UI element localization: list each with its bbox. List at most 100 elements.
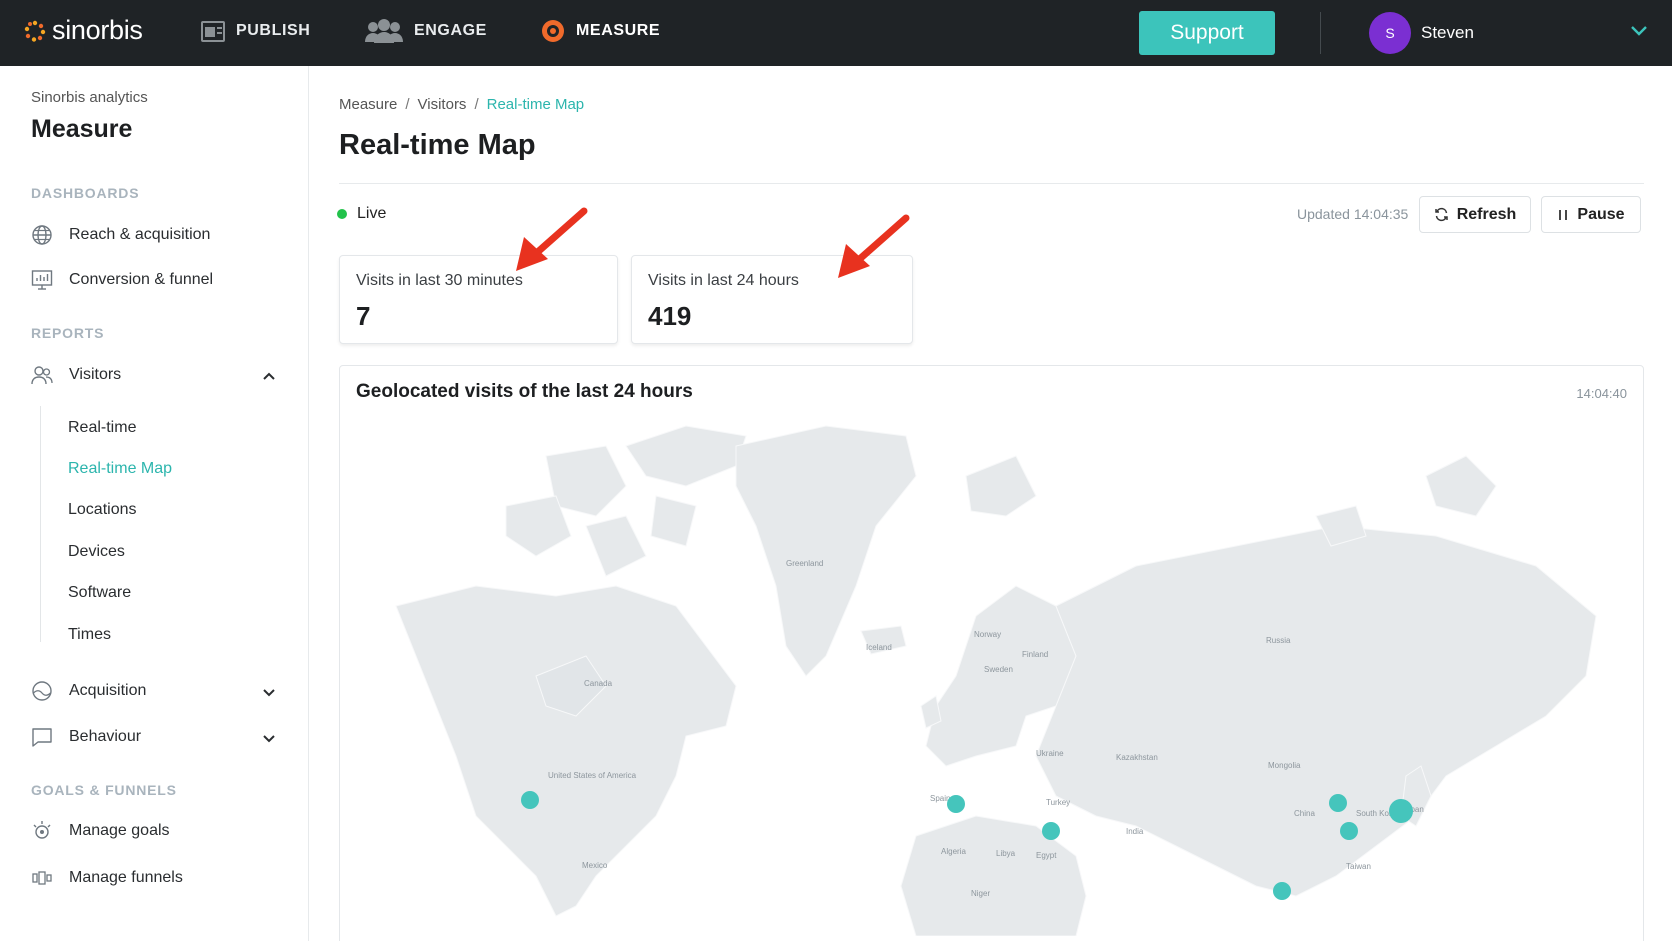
nav-engage[interactable]: ENGAGE [364, 18, 487, 44]
sinorbis-logo[interactable]: sinorbis [24, 15, 143, 46]
top-nav-bar: sinorbis PUBLISH ENGAGE MEASURE Support … [0, 0, 1672, 66]
sidebar-item-label: Manage funnels [69, 869, 183, 886]
nav-publish[interactable]: PUBLISH [200, 18, 310, 44]
chevron-down-icon[interactable] [262, 731, 276, 749]
chevron-down-icon[interactable] [1630, 24, 1648, 42]
visit-dot-spain[interactable] [947, 795, 965, 813]
globe-icon [31, 224, 53, 246]
sidebar-item-behaviour[interactable]: Behaviour [31, 726, 281, 748]
label-ukraine: Ukraine [1036, 749, 1064, 758]
breadcrumb-measure[interactable]: Measure [339, 96, 397, 113]
sidebar-item-reach-acquisition[interactable]: Reach & acquisition [31, 224, 281, 246]
nav-engage-label: ENGAGE [414, 22, 487, 39]
page-title: Real-time Map [339, 129, 536, 161]
label-greenland: Greenland [786, 559, 823, 568]
sidebar-subitem-devices[interactable]: Devices [68, 543, 125, 561]
visit-dot-southeast-asia[interactable] [1273, 882, 1291, 900]
user-menu[interactable]: S Steven [1369, 12, 1474, 54]
sidebar-item-visitors[interactable]: Visitors [31, 364, 281, 386]
sidebar-item-label: Conversion & funnel [69, 271, 214, 288]
label-finland: Finland [1022, 650, 1048, 659]
sidebar-item-label: Visitors [69, 366, 122, 383]
sidebar-item-label: Acquisition [69, 682, 147, 699]
sidebar-item-label: Behaviour [69, 728, 142, 745]
sidebar-subitem-locations[interactable]: Locations [68, 501, 137, 519]
refresh-label: Refresh [1456, 205, 1517, 223]
label-niger: Niger [971, 889, 990, 898]
label-norway: Norway [974, 630, 1001, 639]
monitor-chart-icon [31, 269, 53, 291]
support-button[interactable]: Support [1139, 11, 1275, 55]
label-taiwan: Taiwan [1346, 862, 1371, 871]
sidebar-item-manage-goals[interactable]: Manage goals [31, 820, 281, 842]
sidebar-subitem-real-time[interactable]: Real-time [68, 419, 136, 437]
label-usa: United States of America [548, 771, 637, 780]
label-canada: Canada [584, 679, 613, 688]
sidebar-item-acquisition[interactable]: Acquisition [31, 680, 281, 702]
visit-dot-egypt[interactable] [1042, 822, 1060, 840]
logo-burst-icon [24, 20, 46, 42]
sidebar-title: Measure [31, 115, 133, 143]
section-goals-funnels: GOALS & FUNNELS [31, 782, 177, 798]
label-china: China [1294, 809, 1315, 818]
breadcrumb-visitors[interactable]: Visitors [418, 96, 467, 113]
label-libya: Libya [996, 849, 1016, 858]
breadcrumb: Measure / Visitors / Real-time Map [339, 96, 584, 113]
label-india: India [1126, 827, 1144, 836]
sidebar-item-conversion-funnel[interactable]: Conversion & funnel [31, 269, 281, 291]
live-indicator: Live [337, 205, 386, 223]
chevron-down-icon[interactable] [262, 685, 276, 703]
updated-timestamp: Updated 14:04:35 [1297, 206, 1409, 222]
goal-icon [31, 820, 53, 842]
sidebar-item-manage-funnels[interactable]: Manage funnels [31, 867, 281, 889]
label-mongolia: Mongolia [1268, 761, 1301, 770]
funnel-icon [31, 867, 53, 889]
refresh-icon [1434, 207, 1449, 222]
measure-icon [540, 18, 566, 44]
map-title: Geolocated visits of the last 24 hours [356, 381, 693, 402]
refresh-button[interactable]: Refresh [1419, 196, 1531, 233]
annotation-arrow-icon [516, 207, 588, 271]
sidebar-subtitle: Sinorbis analytics [31, 89, 148, 106]
users-icon [31, 364, 53, 386]
nav-publish-label: PUBLISH [236, 22, 311, 39]
user-name: Steven [1421, 23, 1474, 42]
breadcrumb-separator: / [405, 96, 410, 113]
visit-dot-china-south[interactable] [1340, 822, 1358, 840]
visit-dot-japan[interactable] [1389, 799, 1413, 823]
chat-bubble-icon [31, 726, 53, 748]
label-egypt: Egypt [1036, 851, 1057, 860]
breadcrumb-current: Real-time Map [486, 96, 585, 113]
logo-text: sinorbis [52, 15, 143, 45]
pause-button[interactable]: Pause [1541, 196, 1641, 233]
map-card: Geolocated visits of the last 24 hours 1… [339, 365, 1644, 941]
visit-dot-china-north[interactable] [1329, 794, 1347, 812]
world-map[interactable]: Greenland Canada United States of Americ… [356, 416, 1629, 936]
sidebar-item-label: Reach & acquisition [69, 226, 211, 243]
map-timestamp: 14:04:40 [1576, 386, 1627, 401]
sidebar: Sinorbis analytics Measure DASHBOARDS Re… [0, 66, 309, 941]
tree-line [40, 406, 41, 642]
label-iceland: Iceland [866, 643, 892, 652]
stat-value: 419 [648, 301, 692, 331]
sidebar-subitem-real-time-map[interactable]: Real-time Map [68, 460, 172, 478]
title-divider [339, 183, 1644, 184]
visit-dot-usa-west[interactable] [521, 791, 539, 809]
label-turkey: Turkey [1046, 798, 1070, 807]
publish-icon [200, 18, 226, 44]
sidebar-item-label: Manage goals [69, 822, 170, 839]
live-label: Live [357, 205, 387, 222]
nav-measure[interactable]: MEASURE [540, 18, 660, 44]
section-reports: REPORTS [31, 325, 105, 341]
live-dot-icon [337, 209, 347, 219]
stat-value: 7 [356, 301, 371, 331]
pause-icon [1557, 208, 1569, 222]
stat-label: Visits in last 24 hours [648, 272, 799, 289]
chevron-up-icon[interactable] [262, 368, 276, 386]
stat-label: Visits in last 30 minutes [356, 272, 523, 289]
sidebar-subitem-times[interactable]: Times [68, 626, 111, 644]
section-dashboards: DASHBOARDS [31, 185, 140, 201]
sidebar-subitem-software[interactable]: Software [68, 584, 131, 602]
label-sweden: Sweden [984, 665, 1013, 674]
label-kazakhstan: Kazakhstan [1116, 753, 1158, 762]
